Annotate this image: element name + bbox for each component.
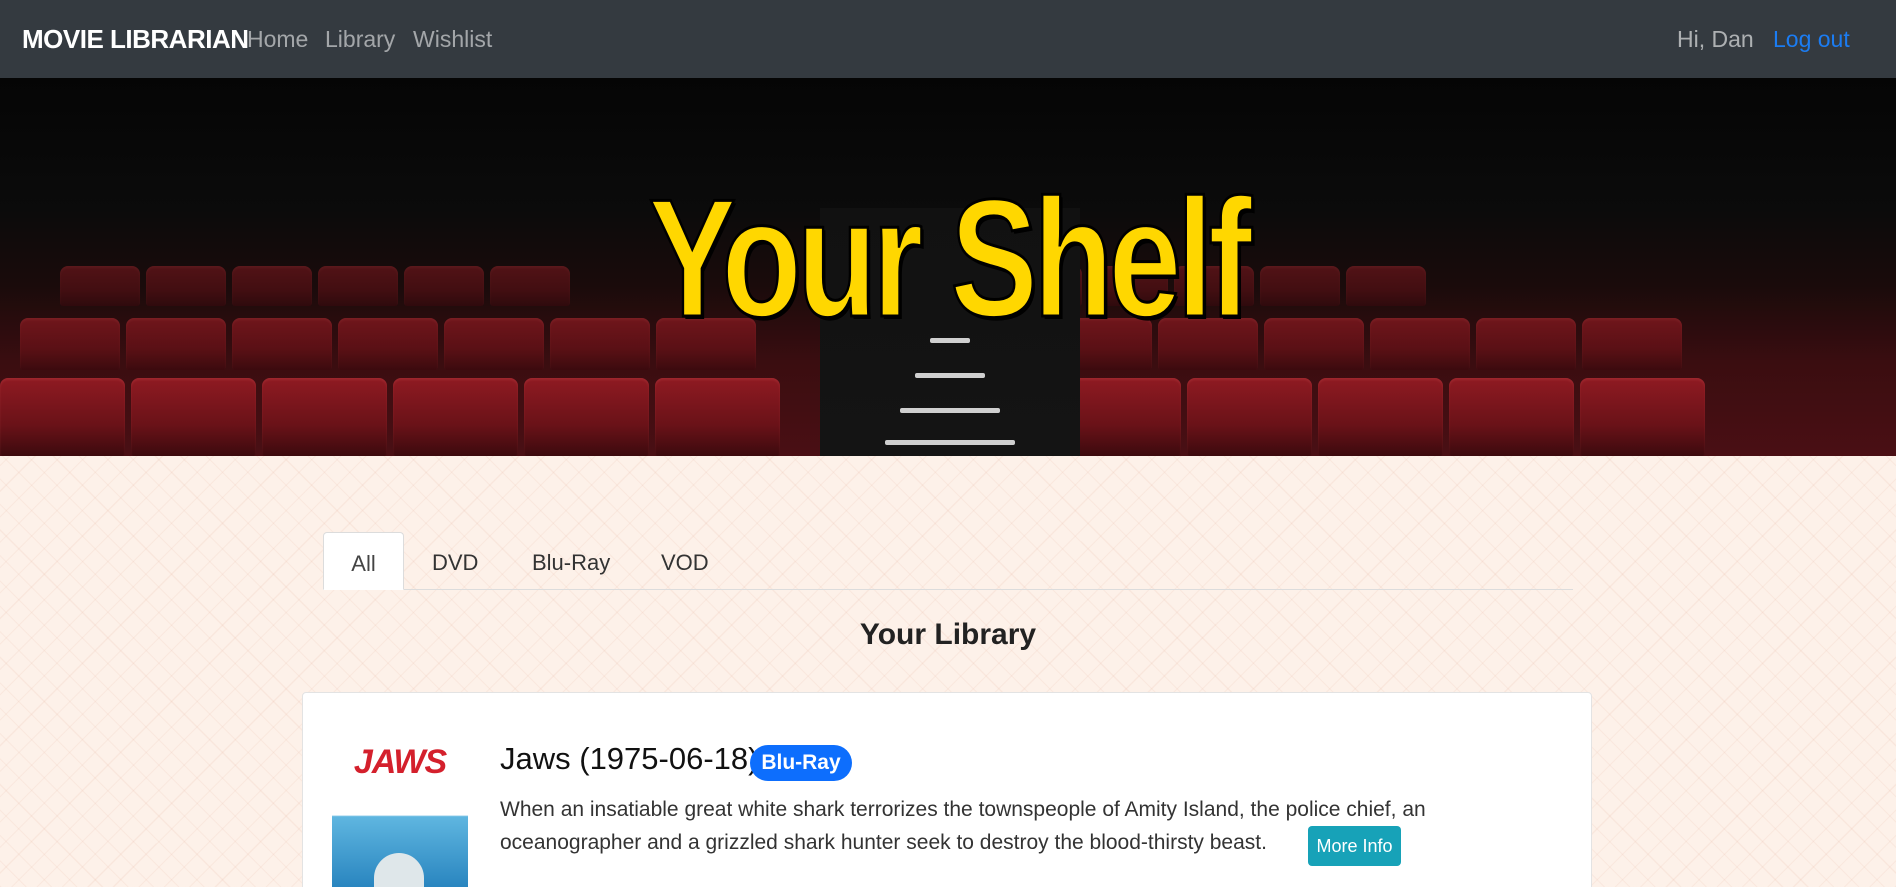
movie-card: JAWS Jaws (1975-06-18) Blu-Ray When an i… [302, 692, 1592, 887]
tab-vod[interactable]: VOD [661, 532, 709, 590]
more-info-button[interactable]: More Info [1308, 826, 1401, 866]
poster-logo: JAWS [353, 743, 447, 781]
tab-dvd[interactable]: DVD [432, 532, 478, 590]
navbar: MOVIE LIBRARIAN Home Library Wishlist Hi… [0, 0, 1896, 78]
user-greeting: Hi, Dan [1677, 26, 1754, 52]
brand-logo[interactable]: MOVIE LIBRARIAN [22, 24, 249, 55]
tab-all[interactable]: All [323, 532, 404, 590]
format-tabs: All DVD Blu-Ray VOD [323, 532, 1573, 590]
shark-icon [374, 853, 424, 887]
movie-poster[interactable]: JAWS [332, 743, 468, 887]
logout-link[interactable]: Log out [1773, 26, 1850, 53]
tab-bluray[interactable]: Blu-Ray [532, 532, 610, 590]
nav-wishlist-link[interactable]: Wishlist [413, 26, 492, 53]
nav-library-link[interactable]: Library [325, 26, 395, 53]
nav-home-link[interactable]: Home [247, 26, 308, 53]
movie-title: Jaws (1975-06-18) [500, 741, 759, 776]
library-heading: Your Library [859, 618, 1037, 651]
format-badge: Blu-Ray [750, 745, 852, 781]
hero-title: Your Shelf [647, 164, 1253, 352]
hero-banner: Your Shelf [0, 78, 1896, 456]
